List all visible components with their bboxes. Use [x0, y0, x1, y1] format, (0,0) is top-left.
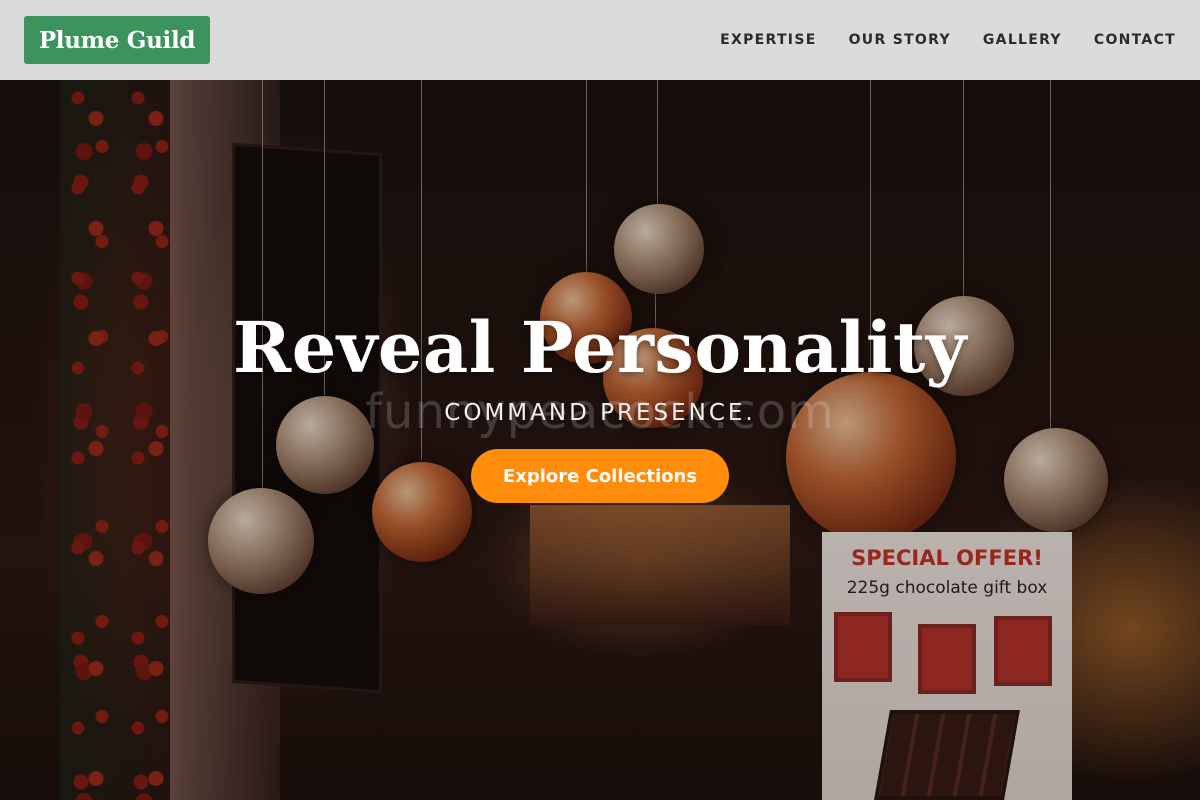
hero-title: Reveal Personality: [233, 306, 967, 389]
main-nav: EXPERTISE OUR STORY GALLERY CONTACT: [720, 0, 1176, 80]
brand-logo[interactable]: Plume Guild: [24, 16, 210, 64]
nav-link-our-story[interactable]: OUR STORY: [849, 32, 951, 48]
nav-link-expertise[interactable]: EXPERTISE: [720, 32, 816, 48]
explore-collections-button[interactable]: Explore Collections: [471, 449, 729, 503]
site-header: Plume Guild EXPERTISE OUR STORY GALLERY …: [0, 0, 1200, 80]
nav-link-gallery[interactable]: GALLERY: [983, 32, 1062, 48]
hero-subtitle: COMMAND PRESENCE.: [444, 400, 756, 426]
nav-link-contact[interactable]: CONTACT: [1094, 32, 1176, 48]
